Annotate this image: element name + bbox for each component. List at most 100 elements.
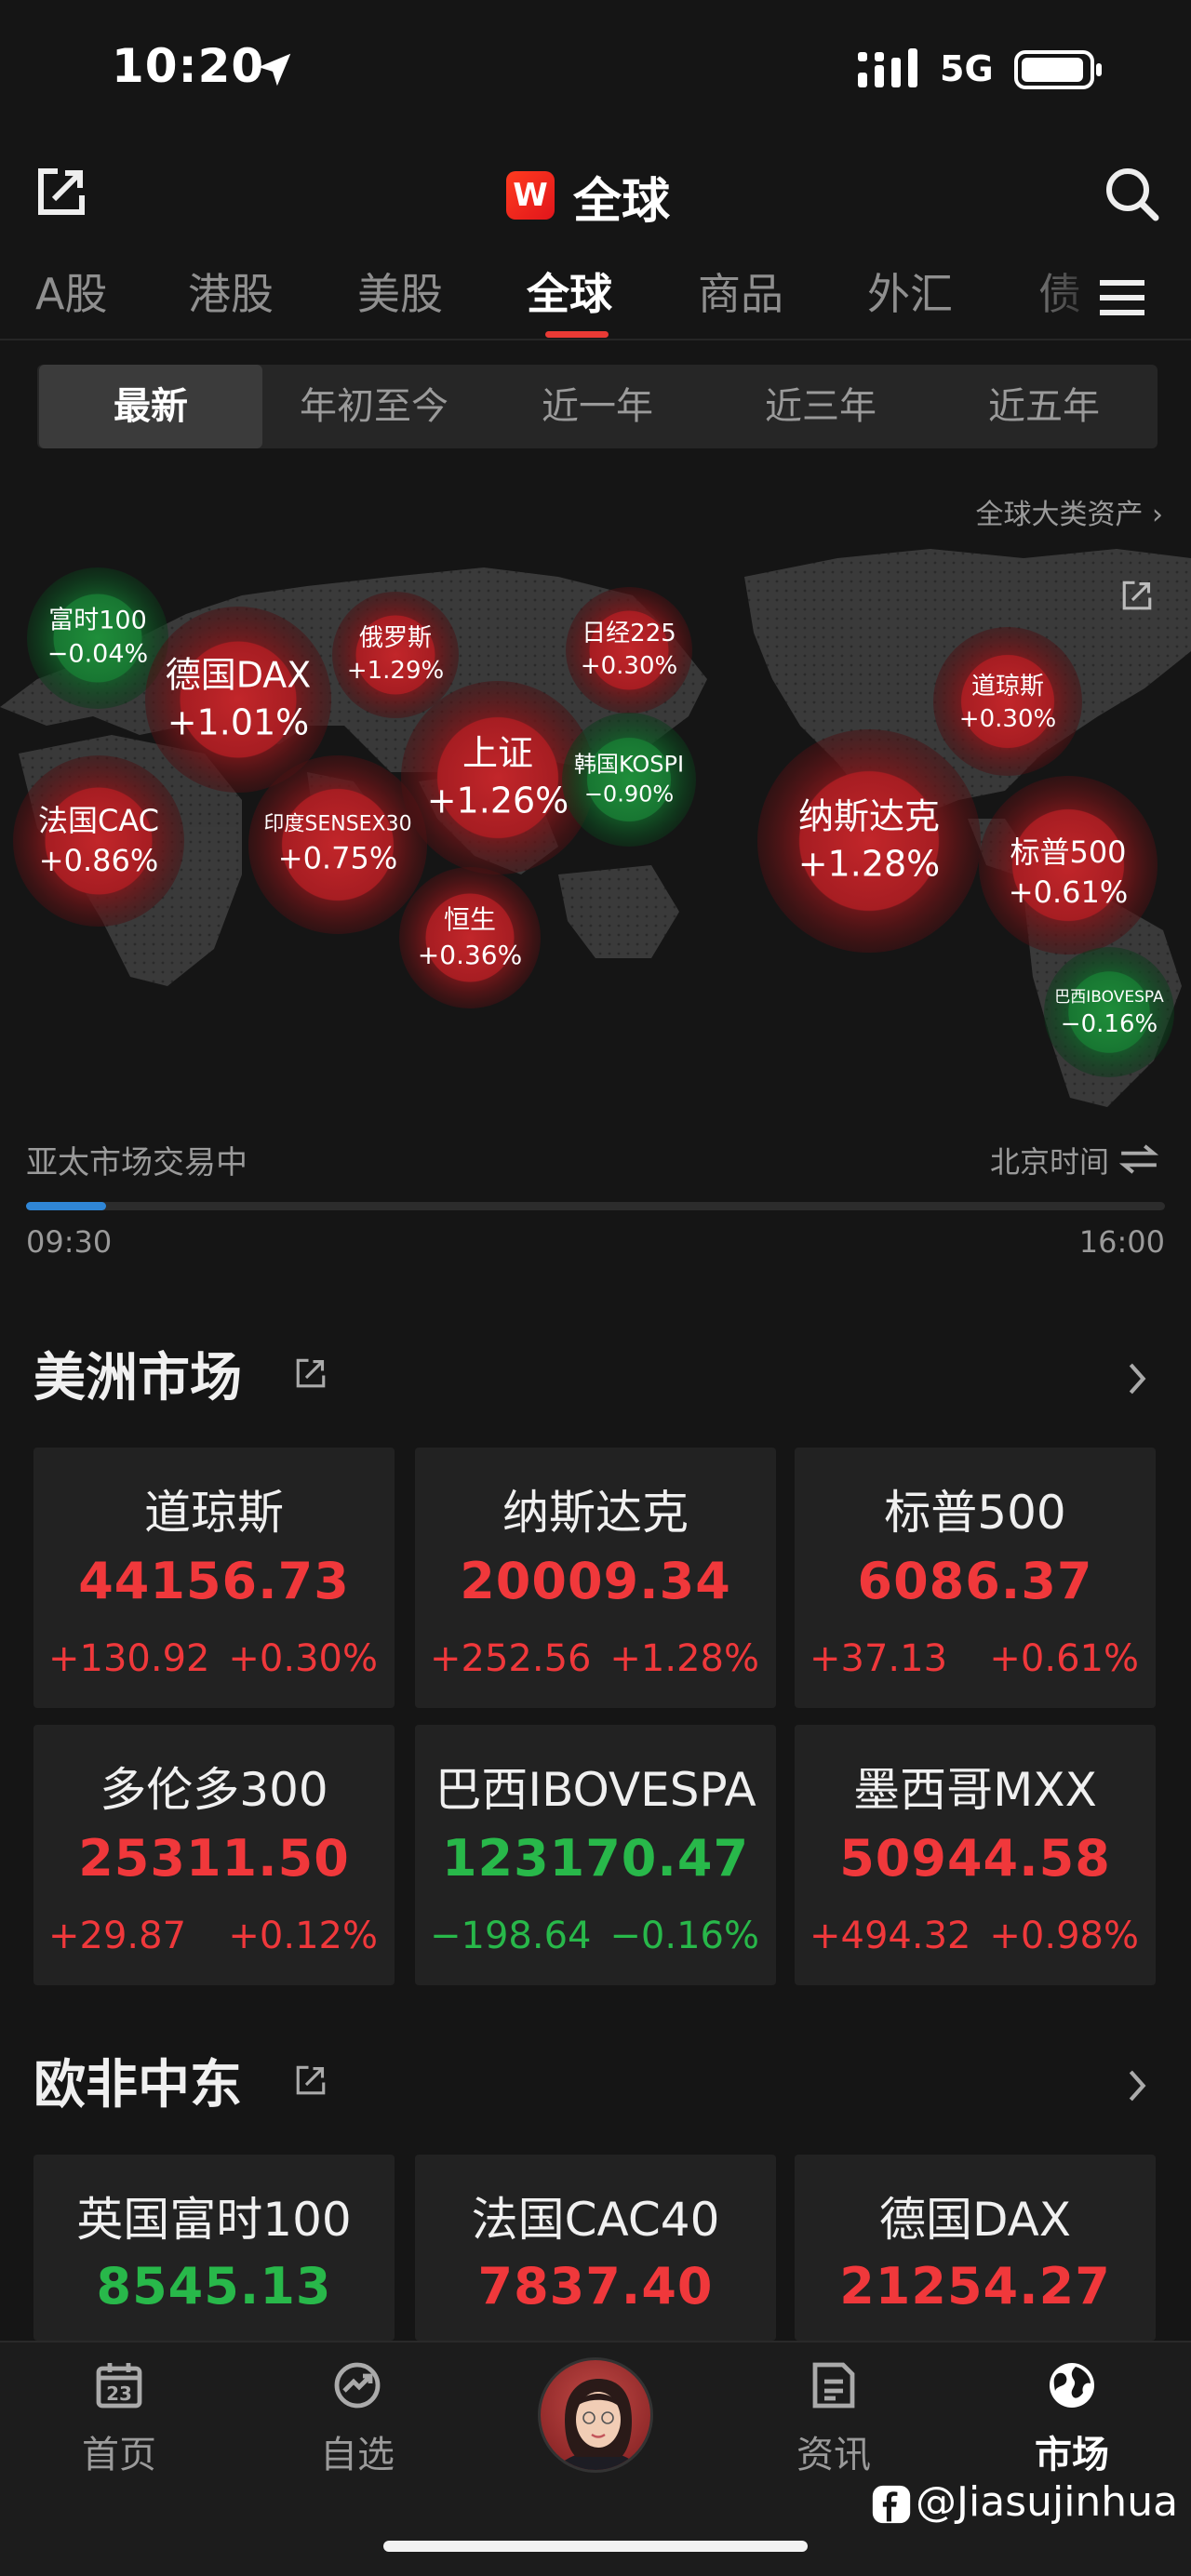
index-change: +494.32 — [810, 1915, 971, 1957]
section-title-americas[interactable]: 美洲市场 — [33, 1336, 242, 1411]
index-change-pct: +1.28% — [609, 1637, 759, 1680]
header: W 全球 — [0, 140, 1191, 251]
nav-market[interactable]: 市场 — [1007, 2342, 1137, 2491]
tab-commodities[interactable]: 商品 — [698, 260, 783, 322]
home-indicator[interactable] — [383, 2541, 808, 2552]
period-latest[interactable]: 最新 — [39, 365, 262, 448]
index-card-ibovespa[interactable]: 巴西IBOVESPA 123170.47 −198.64 −0.16% — [415, 1725, 776, 1985]
news-icon — [812, 2362, 855, 2409]
index-name: 英国富时100 — [76, 2193, 352, 2247]
index-change-pct: −0.16% — [609, 1915, 759, 1957]
nav-home[interactable]: 23 首页 — [54, 2342, 184, 2491]
index-value: 21254.27 — [839, 2257, 1111, 2316]
avatar[interactable] — [538, 2357, 653, 2473]
period-5y[interactable]: 近五年 — [932, 365, 1156, 448]
divider — [0, 339, 1191, 340]
tab-global[interactable]: 全球 — [527, 260, 612, 322]
facebook-icon — [872, 2485, 911, 2524]
tab-hk-shares[interactable]: 港股 — [188, 260, 274, 322]
index-value: 25311.50 — [78, 1829, 350, 1888]
index-value: 20009.34 — [460, 1552, 731, 1610]
index-name: 多伦多300 — [100, 1763, 328, 1817]
bubble-label-russia: 俄罗斯 +1.29% — [346, 623, 445, 685]
index-name: 法国CAC40 — [471, 2193, 720, 2247]
section-title-emea[interactable]: 欧非中东 — [33, 2043, 242, 2118]
index-value: 50944.58 — [839, 1829, 1111, 1888]
battery-icon — [1014, 50, 1102, 89]
session-end-time: 16:00 — [1078, 1224, 1165, 1260]
period-selector: 最新 年初至今 近一年 近三年 近五年 — [37, 365, 1158, 448]
section-share-icon[interactable] — [292, 2062, 329, 2099]
bubble-label-nikkei225: 日经225 +0.30% — [580, 619, 678, 680]
bubble-label-ibovespa: 巴西IBOVESPA −0.16% — [1054, 987, 1164, 1038]
index-change-pct: +0.98% — [989, 1915, 1139, 1957]
index-card-dowjones[interactable]: 道琼斯 44156.73 +130.92 +0.30% — [33, 1448, 395, 1708]
index-value: 7837.40 — [477, 2257, 714, 2316]
app-logo: W — [506, 171, 555, 220]
bubble-label-sse: 上证 +1.26% — [426, 732, 569, 821]
swap-arrows-icon[interactable] — [1118, 1141, 1159, 1178]
tab-forex[interactable]: 外汇 — [867, 260, 953, 322]
session-start-time: 09:30 — [26, 1224, 113, 1260]
location-arrow-icon — [258, 53, 291, 87]
global-assets-link[interactable]: 全球大类资产 › — [975, 491, 1163, 532]
index-change-pct: +0.61% — [989, 1637, 1139, 1680]
calendar-icon: 23 — [96, 2363, 142, 2409]
index-name: 纳斯达克 — [502, 1486, 689, 1540]
share-icon[interactable] — [32, 162, 91, 221]
session-progress — [26, 1202, 1165, 1210]
period-3y[interactable]: 近三年 — [709, 365, 932, 448]
page-title: 全球 — [573, 174, 671, 230]
active-tab-indicator — [545, 331, 609, 338]
index-card-cac40[interactable]: 法国CAC40 7837.40 — [415, 2155, 776, 2341]
index-change-pct: +0.30% — [228, 1637, 378, 1680]
search-icon[interactable] — [1102, 164, 1161, 223]
market-tabs: A股 港股 美股 全球 商品 外汇 债 — [0, 251, 1191, 340]
chevron-right-icon[interactable] — [1124, 2067, 1150, 2104]
tab-a-shares[interactable]: A股 — [35, 260, 107, 322]
nav-watchlist[interactable]: 自选 — [292, 2342, 422, 2491]
nav-label: 资讯 — [796, 2434, 871, 2476]
status-bar: 10:20 5G — [0, 0, 1191, 140]
bubble-label-cac: 法国CAC +0.86% — [37, 802, 160, 878]
index-change: +37.13 — [810, 1637, 948, 1680]
index-change: +130.92 — [48, 1637, 210, 1680]
bubble-label-dax: 德国DAX +1.01% — [165, 654, 312, 743]
period-1y[interactable]: 近一年 — [486, 365, 709, 448]
index-change: +29.87 — [48, 1915, 187, 1957]
signal-icon — [858, 48, 917, 87]
index-card-mxx[interactable]: 墨西哥MXX 50944.58 +494.32 +0.98% — [795, 1725, 1156, 1985]
timezone-label[interactable]: 北京时间 — [990, 1139, 1109, 1181]
watermark: @Jiasujinhua — [916, 2478, 1179, 2526]
index-change: −198.64 — [430, 1915, 592, 1957]
index-value: 123170.47 — [441, 1829, 750, 1888]
section-share-icon[interactable] — [292, 1355, 329, 1392]
index-name: 墨西哥MXX — [853, 1763, 1097, 1817]
svg-text:23: 23 — [106, 2382, 132, 2405]
index-value: 8545.13 — [96, 2257, 332, 2316]
globe-icon — [1050, 2363, 1094, 2408]
tab-us-shares[interactable]: 美股 — [357, 260, 443, 322]
index-card-nasdaq[interactable]: 纳斯达克 20009.34 +252.56 +1.28% — [415, 1448, 776, 1708]
index-value: 6086.37 — [857, 1552, 1093, 1610]
index-card-sp500[interactable]: 标普500 6086.37 +37.13 +0.61% — [795, 1448, 1156, 1708]
index-card-tsx300[interactable]: 多伦多300 25311.50 +29.87 +0.12% — [33, 1725, 395, 1985]
bubble-label-sp500: 标普500 +0.61% — [1008, 834, 1129, 910]
index-change-pct: +0.12% — [228, 1915, 378, 1957]
nav-label: 自选 — [320, 2434, 395, 2476]
index-card-dax[interactable]: 德国DAX 21254.27 — [795, 2155, 1156, 2341]
session-status: 亚太市场交易中 — [26, 1144, 248, 1181]
index-name: 德国DAX — [878, 2193, 1072, 2247]
trend-icon — [334, 2362, 381, 2409]
period-ytd[interactable]: 年初至今 — [262, 365, 486, 448]
session-progress-fill — [26, 1202, 106, 1210]
bubble-label-kospi: 韩国KOSPI −0.90% — [573, 751, 685, 808]
chevron-right-icon[interactable] — [1124, 1360, 1150, 1397]
menu-icon[interactable] — [1096, 275, 1148, 320]
bubble-label-nasdaq: 纳斯达克 +1.28% — [797, 795, 941, 885]
index-name: 道琼斯 — [144, 1486, 284, 1540]
nav-label: 市场 — [1035, 2434, 1109, 2476]
index-card-ftse100[interactable]: 英国富时100 8545.13 — [33, 2155, 395, 2341]
bubble-label-sensex30: 印度SENSEX30 +0.75% — [263, 812, 412, 876]
nav-news[interactable]: 资讯 — [769, 2342, 899, 2491]
